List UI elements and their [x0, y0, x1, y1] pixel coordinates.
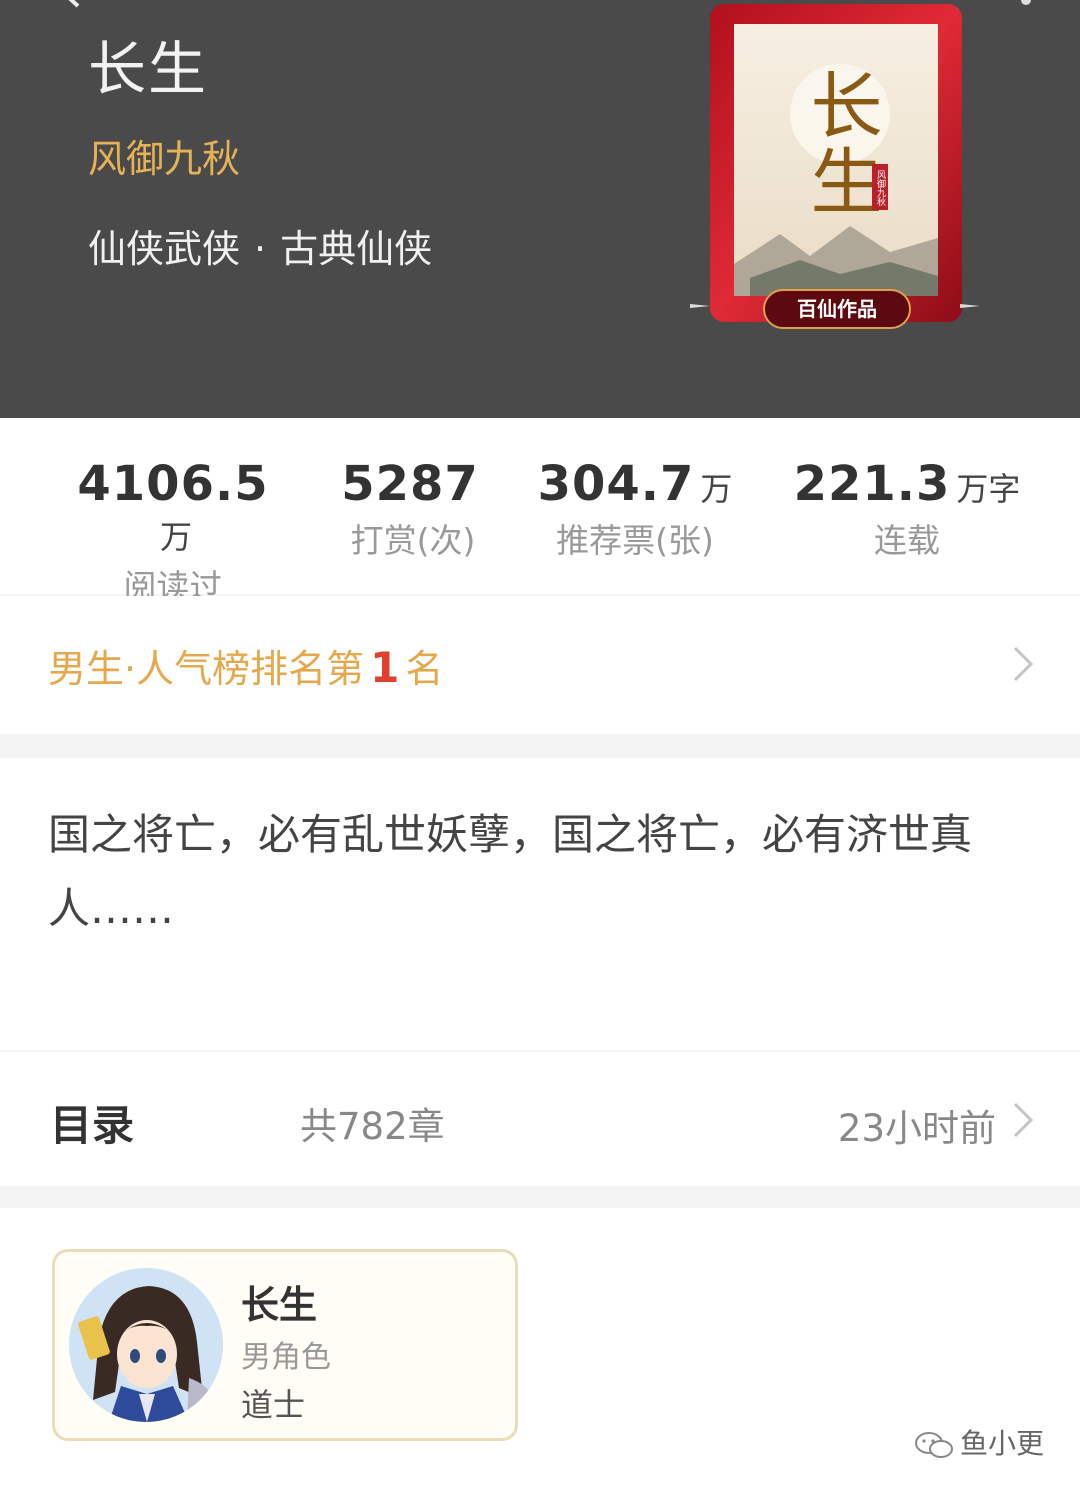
stat-unit: 万: [159, 518, 192, 556]
stat-unit: 万字: [956, 470, 1021, 508]
stat-value: 304.7: [537, 456, 695, 512]
book-genre[interactable]: 仙侠武侠 · 古典仙侠: [88, 218, 432, 273]
book-stats: 4106.5万 阅读过 5287 打赏(次) 304.7 万 推荐票(张) 221…: [0, 418, 1080, 606]
chapter-count: 共782章: [300, 1105, 445, 1148]
stat-reads: 4106.5万 阅读过: [60, 456, 286, 608]
character-avatar: [69, 1268, 223, 1422]
stat-words: 221.3 万字 连载: [782, 456, 1032, 562]
chevron-right-icon: [1013, 646, 1034, 682]
ranking-suffix: 名: [405, 647, 444, 691]
character-gender: 男角色: [241, 1340, 331, 1375]
book-header: 长生 风御九秋 仙侠武侠 · 古典仙侠 长生 风御九秋 百仙作品: [0, 0, 1080, 418]
stat-votes[interactable]: 304.7 万 推荐票(张): [530, 456, 740, 562]
book-cover-image[interactable]: 长生 风御九秋 百仙作品: [690, 0, 980, 334]
more-icon[interactable]: [1002, 0, 1032, 6]
book-title: 长生: [88, 35, 209, 103]
intro-text: 国之将亡，必有乱世妖孽，国之将亡，必有济世真人……: [48, 810, 973, 933]
stat-value: 4106.5: [77, 456, 269, 512]
ranking-prefix: 男生·人气榜排名第: [48, 647, 365, 691]
back-arrow-icon[interactable]: [58, 0, 84, 8]
genre-sub: 古典仙侠: [280, 227, 433, 271]
watermark-text: 鱼小更: [959, 1427, 1044, 1460]
stat-value: 5287: [341, 456, 479, 512]
chevron-right-icon: [1013, 1102, 1034, 1138]
stat-label: 推荐票(张): [556, 521, 714, 560]
stat-value: 221.3: [793, 456, 951, 512]
genre-separator: ·: [254, 227, 267, 271]
stat-unit: 万: [700, 470, 733, 508]
last-updated: 23小时前: [837, 1107, 996, 1150]
book-intro[interactable]: 国之将亡，必有乱世妖孽，国之将亡，必有济世真人……: [0, 758, 1080, 1050]
ranking-number: 1: [370, 643, 400, 692]
wechat-icon: [914, 1432, 953, 1458]
ranking-text: 男生·人气榜排名第 1 名: [48, 638, 443, 693]
watermark: 鱼小更: [914, 1422, 1044, 1462]
genre-main: 仙侠武侠: [88, 227, 241, 271]
ranking-row[interactable]: 男生·人气榜排名第 1 名: [0, 596, 1080, 734]
stat-label: 打赏(次): [350, 521, 476, 560]
character-card[interactable]: 长生 男角色 道士: [52, 1249, 518, 1441]
stat-label: 连载: [874, 521, 940, 560]
book-author[interactable]: 风御九秋: [88, 128, 240, 183]
table-of-contents-row[interactable]: 目录 共782章 23小时前: [0, 1052, 1080, 1186]
cover-author-mark: 风御九秋: [875, 170, 886, 207]
character-role: 道士: [241, 1386, 306, 1424]
cover-badge: 百仙作品: [797, 297, 877, 321]
cover-title-text: 长生: [798, 68, 882, 220]
character-name: 长生: [241, 1283, 318, 1327]
stat-tips[interactable]: 5287 打赏(次): [318, 456, 508, 562]
toc-title: 目录: [50, 1101, 135, 1150]
